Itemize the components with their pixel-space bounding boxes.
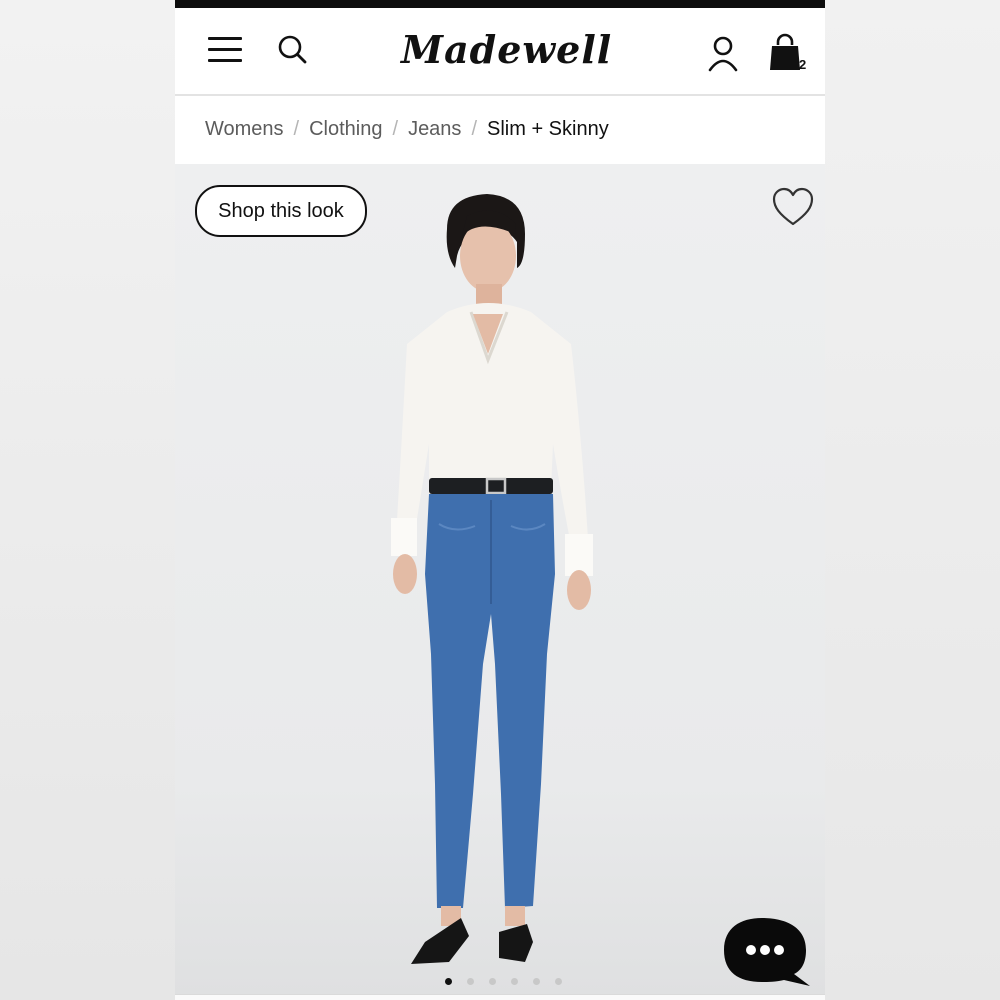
pagination-dot[interactable] xyxy=(533,978,540,985)
breadcrumb-separator: / xyxy=(293,118,300,140)
brand-logo[interactable]: Madewell xyxy=(401,20,611,80)
image-pagination xyxy=(445,970,577,985)
pagination-dot[interactable] xyxy=(467,978,474,985)
right-backdrop xyxy=(825,0,1000,1000)
breadcrumb-womens[interactable]: Womens xyxy=(205,118,284,140)
menu-icon[interactable] xyxy=(208,35,242,65)
bag-icon xyxy=(770,33,800,70)
heart-icon[interactable] xyxy=(771,186,815,228)
search-icon[interactable] xyxy=(275,32,309,66)
breadcrumb-separator: / xyxy=(471,118,477,140)
pagination-dot[interactable] xyxy=(555,978,562,985)
breadcrumb-jeans[interactable]: Jeans xyxy=(408,118,461,140)
breadcrumb-current: Slim + Skinny xyxy=(487,118,609,140)
left-backdrop xyxy=(0,0,175,1000)
pagination-dot[interactable] xyxy=(489,978,496,985)
site-header: Madewell 2 xyxy=(175,8,825,96)
pagination-dot[interactable] xyxy=(511,978,518,985)
account-icon[interactable] xyxy=(706,34,740,74)
breadcrumb: Womens / Clothing / Jeans / Slim + Skinny xyxy=(175,96,825,164)
cart-count-badge: 2 xyxy=(799,57,807,72)
model-photo xyxy=(391,194,593,964)
status-bar xyxy=(175,0,825,8)
breadcrumb-separator: / xyxy=(392,118,399,140)
shop-this-look-button[interactable]: Shop this look xyxy=(195,185,367,237)
pagination-dot[interactable] xyxy=(445,978,452,985)
shopping-bag-button[interactable]: 2 xyxy=(768,33,814,79)
mobile-screen: Madewell 2 Womens / Clothing / Jeans / Slim + … xyxy=(175,0,825,1000)
product-hero-image[interactable]: Shop this look xyxy=(175,164,825,994)
breadcrumb-clothing[interactable]: Clothing xyxy=(309,118,382,140)
bottom-divider xyxy=(175,994,825,1000)
chat-icon[interactable] xyxy=(722,916,812,988)
